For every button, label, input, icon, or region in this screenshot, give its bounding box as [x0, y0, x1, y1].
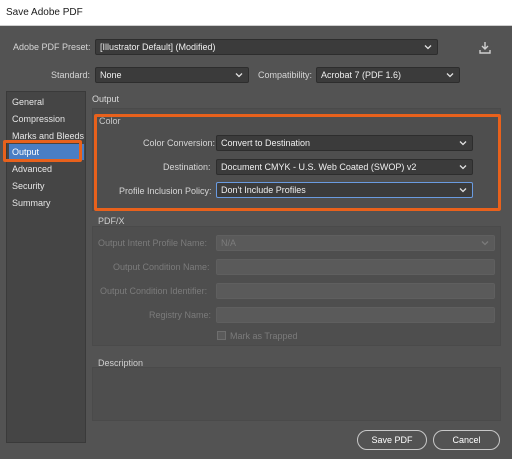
compatibility-label: Compatibility: — [258, 70, 313, 80]
sidebar-item-security[interactable]: Security — [9, 178, 84, 194]
chevron-down-icon — [424, 45, 432, 50]
chevron-down-icon — [446, 73, 454, 78]
mark-as-trapped-checkbox[interactable] — [217, 331, 226, 340]
description-title: Description — [98, 358, 144, 368]
cancel-button[interactable]: Cancel — [433, 430, 500, 450]
color-group-highlight — [94, 114, 501, 211]
preset-label: Adobe PDF Preset: — [13, 42, 91, 52]
window-title: Save Adobe PDF — [6, 7, 83, 18]
description-panel — [92, 367, 501, 421]
standard-label: Standard: — [51, 70, 91, 80]
standard-value: None — [100, 70, 122, 80]
preset-value: [Illustrator Default] (Modified) — [100, 42, 216, 52]
output-condition-identifier-field[interactable] — [216, 283, 495, 299]
mark-as-trapped-label: Mark as Trapped — [230, 331, 298, 341]
save-preset-icon[interactable] — [478, 41, 492, 55]
preset-select[interactable]: [Illustrator Default] (Modified) — [95, 39, 438, 55]
compatibility-select[interactable]: Acrobat 7 (PDF 1.6) — [316, 67, 460, 83]
sidebar-item-general[interactable]: General — [9, 94, 84, 110]
output-condition-identifier-label: Output Condition Identifier: — [100, 286, 208, 296]
registry-name-field[interactable] — [216, 307, 495, 323]
chevron-down-icon — [235, 73, 243, 78]
output-item-highlight — [3, 140, 82, 162]
output-condition-name-label: Output Condition Name: — [113, 262, 210, 272]
output-intent-select[interactable]: N/A — [216, 235, 495, 251]
standard-select[interactable]: None — [95, 67, 249, 83]
output-intent-label: Output Intent Profile Name: — [98, 238, 208, 248]
save-pdf-button[interactable]: Save PDF — [357, 430, 427, 450]
section-title: Output — [92, 94, 120, 104]
pdfx-group-title: PDF/X — [98, 216, 125, 226]
window-titlebar: Save Adobe PDF — [0, 0, 512, 26]
sidebar-item-advanced[interactable]: Advanced — [9, 161, 84, 177]
chevron-down-icon — [481, 241, 489, 246]
sidebar-item-summary[interactable]: Summary — [9, 195, 84, 211]
compatibility-value: Acrobat 7 (PDF 1.6) — [321, 70, 402, 80]
registry-name-label: Registry Name: — [149, 310, 212, 320]
sidebar-item-compression[interactable]: Compression — [9, 111, 84, 127]
output-condition-name-field[interactable] — [216, 259, 495, 275]
output-intent-value: N/A — [221, 238, 237, 248]
